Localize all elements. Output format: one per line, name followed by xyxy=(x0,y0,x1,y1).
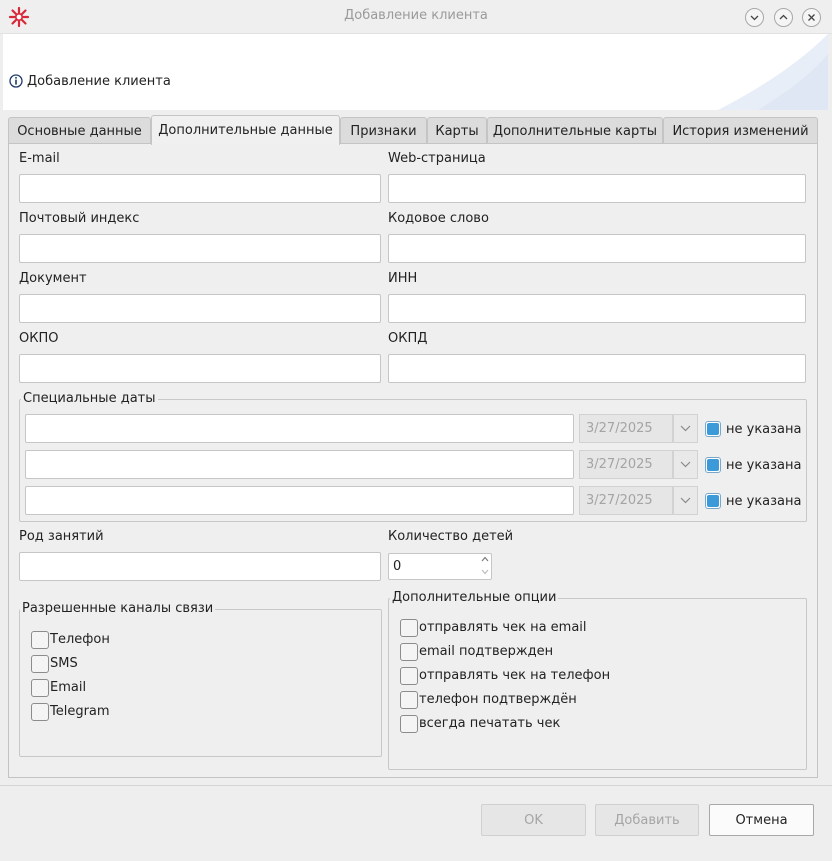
children-count-stepper[interactable] xyxy=(388,553,492,580)
window-title: Добавление клиента xyxy=(344,8,488,23)
postal-label: Почтовый индекс xyxy=(19,211,140,226)
okpo-field[interactable] xyxy=(19,354,381,383)
not-set-checkbox[interactable] xyxy=(705,493,721,509)
minimize-button[interactable] xyxy=(745,8,764,27)
channel-label-telegram: Telegram xyxy=(50,704,110,719)
special-date-picker[interactable]: 3/27/2025 xyxy=(579,486,673,515)
special-date-name-field[interactable] xyxy=(25,486,574,515)
occupation-field[interactable] xyxy=(19,552,381,581)
channel-checkbox-phone[interactable] xyxy=(31,631,49,649)
channel-checkbox-sms[interactable] xyxy=(31,655,49,673)
channels-legend: Разрешенные каналы связи xyxy=(20,601,216,616)
inn-field[interactable] xyxy=(388,294,806,323)
okpo-label: ОКПО xyxy=(19,331,59,346)
not-set-label: не указана xyxy=(726,494,802,509)
option-checkbox-send-receipt-phone[interactable] xyxy=(400,667,418,685)
date-dropdown-button[interactable] xyxy=(673,414,698,443)
option-label: всегда печатать чек xyxy=(419,716,561,731)
option-label: email подтвержден xyxy=(419,644,554,659)
children-count-value: 0 xyxy=(393,559,402,574)
stepper-down-icon[interactable] xyxy=(480,568,490,576)
option-label: телефон подтверждён xyxy=(419,692,577,707)
option-checkbox-send-receipt-email[interactable] xyxy=(400,619,418,637)
okpd-label: ОКПД xyxy=(388,331,428,346)
tab-additional-cards[interactable]: Дополнительные карты xyxy=(487,117,663,144)
close-button[interactable] xyxy=(802,8,821,27)
date-dropdown-button[interactable] xyxy=(673,450,698,479)
option-checkbox-always-print[interactable] xyxy=(400,715,418,733)
tab-cards[interactable]: Карты xyxy=(427,117,487,144)
codeword-field[interactable] xyxy=(388,234,806,263)
postal-field[interactable] xyxy=(19,234,381,263)
tab-attributes[interactable]: Признаки xyxy=(340,117,427,144)
option-label: отправлять чек на email xyxy=(419,620,587,635)
web-field[interactable] xyxy=(388,174,806,203)
web-label: Web-страница xyxy=(388,151,486,166)
channel-checkbox-email[interactable] xyxy=(31,679,49,697)
special-dates-legend: Специальные даты xyxy=(21,391,158,406)
occupation-label: Род занятий xyxy=(19,529,104,544)
special-date-picker[interactable]: 3/27/2025 xyxy=(579,450,673,479)
option-label: отправлять чек на телефон xyxy=(419,668,611,683)
children-label: Количество детей xyxy=(388,529,514,544)
channel-label-sms: SMS xyxy=(50,656,78,671)
footer-divider xyxy=(0,785,832,786)
inn-label: ИНН xyxy=(388,271,418,286)
header-banner: Добавление клиента xyxy=(3,34,828,110)
special-date-name-field[interactable] xyxy=(25,450,574,479)
chevron-down-icon xyxy=(680,425,691,432)
not-set-checkbox[interactable] xyxy=(705,421,721,437)
banner-decoration xyxy=(718,34,828,110)
tab-change-history[interactable]: История изменений xyxy=(663,117,818,144)
cancel-button[interactable]: Отмена xyxy=(709,804,814,836)
channel-checkbox-telegram[interactable] xyxy=(31,703,49,721)
chevron-down-icon xyxy=(680,497,691,504)
tab-additional-data[interactable]: Дополнительные данные xyxy=(151,115,340,145)
okpd-field[interactable] xyxy=(388,354,806,383)
option-checkbox-phone-confirmed[interactable] xyxy=(400,691,418,709)
ok-button[interactable]: OK xyxy=(481,804,586,836)
document-field[interactable] xyxy=(19,294,381,323)
info-icon xyxy=(9,74,23,88)
not-set-checkbox[interactable] xyxy=(705,457,721,473)
codeword-label: Кодовое слово xyxy=(388,211,489,226)
add-button[interactable]: Добавить xyxy=(595,804,699,836)
channel-label-phone: Телефон xyxy=(50,632,110,647)
maximize-button[interactable] xyxy=(774,8,793,27)
special-date-name-field[interactable] xyxy=(25,414,574,443)
document-label: Документ xyxy=(19,271,87,286)
not-set-label: не указана xyxy=(726,458,802,473)
maximize-icon xyxy=(779,14,788,20)
minimize-icon xyxy=(750,15,759,21)
options-legend: Дополнительные опции xyxy=(390,590,559,605)
special-date-picker[interactable]: 3/27/2025 xyxy=(579,414,673,443)
option-checkbox-email-confirmed[interactable] xyxy=(400,643,418,661)
stepper-up-icon[interactable] xyxy=(480,555,490,563)
header-title: Добавление клиента xyxy=(27,74,171,89)
tab-main-data[interactable]: Основные данные xyxy=(8,117,151,144)
date-dropdown-button[interactable] xyxy=(673,486,698,515)
chevron-down-icon xyxy=(680,461,691,468)
close-icon xyxy=(808,14,815,21)
not-set-label: не указана xyxy=(726,422,802,437)
email-label: E-mail xyxy=(19,151,60,166)
channel-label-email: Email xyxy=(50,680,87,695)
email-field[interactable] xyxy=(19,174,381,203)
